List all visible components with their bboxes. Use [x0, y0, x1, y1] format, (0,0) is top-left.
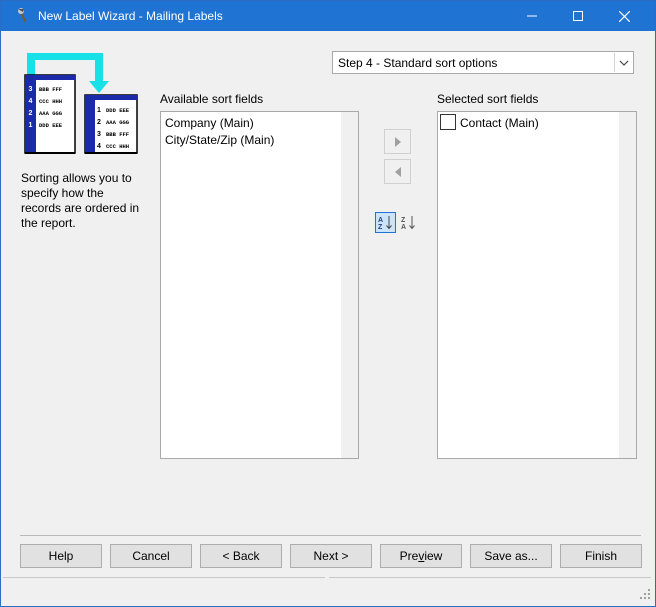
front-text-1: AAA GGG: [106, 119, 130, 126]
back-num-2: 2: [29, 110, 33, 117]
maximize-icon: [573, 11, 583, 21]
minimize-icon: [527, 15, 537, 17]
arrow-right-icon: [394, 136, 401, 147]
available-fields-list[interactable]: Company (Main) City/State/Zip (Main): [160, 111, 359, 459]
sort-direction-checkbox[interactable]: [440, 114, 456, 130]
status-pane: [329, 577, 651, 601]
sort-ascending-button[interactable]: A Z: [375, 212, 396, 233]
front-num-2: 3: [97, 131, 101, 138]
remove-field-button[interactable]: [384, 159, 411, 184]
close-button[interactable]: [601, 1, 647, 31]
back-text-3: DDD EEE: [39, 122, 63, 129]
scrollbar[interactable]: [619, 112, 636, 458]
front-num-3: 4: [97, 143, 101, 150]
back-text-1: CCC HHH: [39, 98, 62, 105]
cancel-button[interactable]: Cancel: [110, 544, 192, 568]
finish-button[interactable]: Finish: [560, 544, 642, 568]
minimize-button[interactable]: [509, 1, 555, 31]
list-item-label: Contact (Main): [460, 116, 539, 130]
list-item[interactable]: Company (Main): [165, 116, 254, 130]
svg-text:A: A: [378, 217, 383, 224]
chevron-down-icon: [619, 60, 628, 66]
resize-grip-icon[interactable]: [639, 588, 651, 600]
back-num-0: 3: [29, 86, 33, 93]
list-item[interactable]: Contact (Main): [438, 112, 618, 132]
step-dropdown-value: Step 4 - Standard sort options: [338, 56, 498, 70]
save-as-button[interactable]: Save as...: [470, 544, 552, 568]
next-button[interactable]: Next >: [290, 544, 372, 568]
window-title: New Label Wizard - Mailing Labels: [38, 9, 223, 23]
selected-fields-label: Selected sort fields: [437, 92, 539, 106]
separator: [20, 535, 641, 536]
svg-text:A: A: [401, 224, 406, 231]
svg-text:Z: Z: [401, 217, 406, 224]
preview-button[interactable]: Preview: [380, 544, 462, 568]
selected-fields-list[interactable]: Contact (Main): [437, 111, 637, 459]
available-fields-label: Available sort fields: [160, 92, 264, 106]
close-icon: [618, 10, 630, 22]
back-text-2: AAA GGG: [39, 110, 63, 117]
back-text-0: BBB FFF: [39, 86, 62, 93]
title-bar[interactable]: New Label Wizard - Mailing Labels: [1, 1, 655, 31]
dropdown-arrow[interactable]: [614, 53, 632, 72]
step-description: Sorting allows you to specify how the re…: [21, 171, 140, 230]
scrollbar[interactable]: [341, 112, 358, 458]
sort-illustration: 3 BBB FFF 4 CCC HHH 2 AAA GGG 1 DDD EEE …: [24, 53, 138, 154]
front-num-1: 2: [97, 119, 101, 126]
wizard-window: New Label Wizard - Mailing Labels Step 4…: [0, 0, 656, 607]
svg-text:Z: Z: [378, 224, 383, 231]
wizard-wand-icon: [18, 8, 27, 22]
back-num-3: 1: [29, 122, 33, 129]
status-pane: [3, 577, 325, 601]
preview-label-end: iew: [424, 549, 443, 563]
status-bar: [1, 575, 655, 606]
front-text-3: CCC HHH: [106, 143, 129, 150]
sort-descending-button[interactable]: Z A: [398, 212, 419, 233]
back-num-1: 4: [29, 98, 33, 105]
sort-ascending-icon: A Z: [378, 216, 392, 231]
front-text-0: DDD EEE: [106, 107, 130, 114]
list-item[interactable]: City/State/Zip (Main): [165, 133, 274, 147]
sort-descending-icon: Z A: [401, 216, 415, 231]
preview-label-start: Pre: [399, 549, 419, 563]
wizard-body: Step 4 - Standard sort options 3 BBB FFF…: [1, 31, 655, 606]
step-dropdown[interactable]: Step 4 - Standard sort options: [332, 51, 634, 74]
arrow-left-icon: [394, 166, 401, 177]
add-field-button[interactable]: [384, 129, 411, 154]
maximize-button[interactable]: [555, 1, 601, 31]
front-text-2: BBB FFF: [106, 131, 129, 138]
back-button[interactable]: < Back: [200, 544, 282, 568]
help-button[interactable]: Help: [20, 544, 102, 568]
front-num-0: 1: [97, 107, 101, 114]
